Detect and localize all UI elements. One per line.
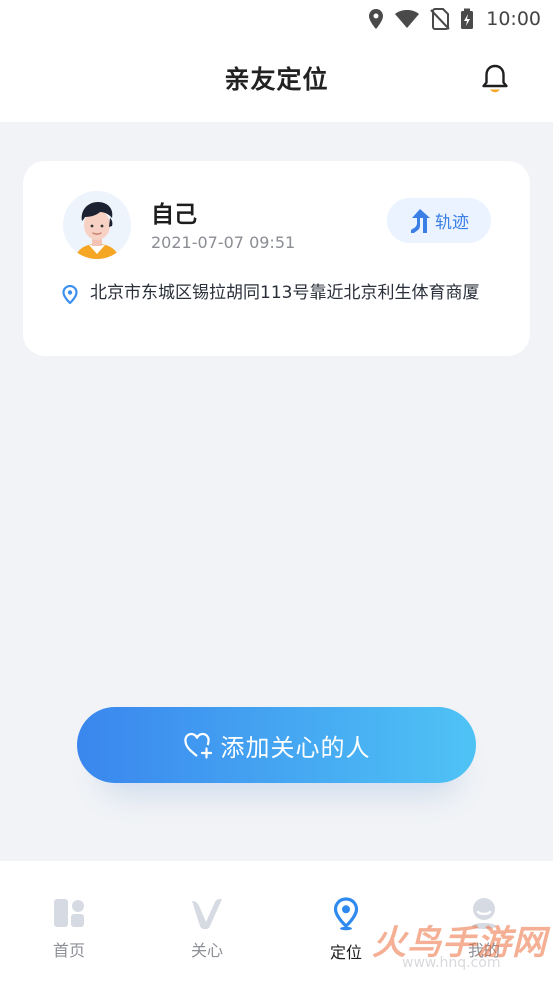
member-name: 自己 [151,202,197,228]
battery-charging-icon [460,8,474,30]
profile-icon [467,897,501,933]
nav-item-care[interactable]: 关心 [167,897,247,961]
home-grid-icon [52,897,86,933]
nav-item-home[interactable]: 首页 [29,897,109,961]
page-title: 亲友定位 [224,65,329,94]
nav-label-location: 定位 [329,943,362,962]
track-label: 轨迹 [435,213,469,233]
top-bar: 10:00 亲友定位 [0,0,553,122]
care-v-icon [190,897,224,933]
wifi-icon [394,9,420,29]
location-pin-icon [331,897,361,935]
track-button[interactable]: 轨迹 [387,198,491,243]
address-text: 北京市东城区锡拉胡同113号靠近北京利生体育商厦 [90,283,480,303]
nav-item-mine[interactable]: 我的 [444,897,524,961]
address-pin-icon [62,284,78,308]
bell-icon[interactable] [478,62,512,96]
bottom-nav: 首页 关心 定位 我的 [0,861,553,983]
nav-item-location[interactable]: 定位 [306,897,386,963]
nav-label-mine: 我的 [467,941,500,960]
avatar [63,191,131,259]
route-arrow-icon [409,208,431,234]
add-button-label: 添加关心的人 [220,733,371,762]
location-timestamp: 2021-07-07 09:51 [151,233,296,252]
location-pin-icon [368,8,384,30]
heart-plus-icon [183,731,213,759]
status-time: 10:00 [486,8,541,30]
self-location-card[interactable]: 自己 2021-07-07 09:51 轨迹 北京市东城区锡拉胡同113号靠近北… [23,161,530,356]
no-sim-icon [430,8,450,30]
status-bar: 10:00 [368,5,541,33]
nav-label-home: 首页 [52,941,85,960]
nav-label-care: 关心 [190,941,223,960]
add-care-person-button[interactable]: 添加关心的人 [77,707,476,783]
